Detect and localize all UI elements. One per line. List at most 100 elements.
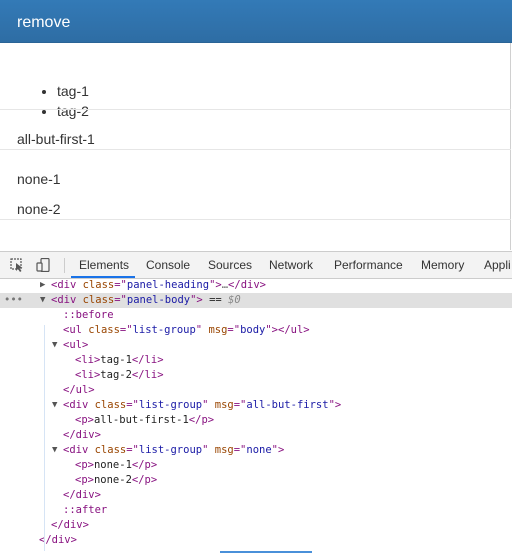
attr-value: list-group: [138, 444, 203, 456]
tag-open: <div: [63, 399, 95, 411]
tab-console[interactable]: Console: [146, 258, 190, 273]
tag-end: </ul>: [278, 324, 310, 336]
dom-node-row[interactable]: ▼ <ul>: [0, 338, 512, 353]
dom-node-row[interactable]: <li>tag-1</li>: [0, 353, 512, 368]
node-text: all-but-first-1: [93, 414, 189, 426]
attr-name: class: [82, 294, 115, 306]
attr-name: msg: [214, 444, 234, 456]
attr-value: all-but-first: [246, 399, 329, 411]
tag-end: </div>: [51, 519, 89, 531]
tag-end: </div>: [228, 279, 266, 291]
attr-value: list-group: [132, 324, 196, 336]
attr-value: none: [246, 444, 272, 456]
divider: [0, 219, 511, 220]
attr-name: class: [82, 279, 115, 291]
tag-end: </li>: [131, 354, 164, 366]
elements-tree: ▶ <div class="panel-heading">…</div> •••…: [0, 279, 512, 553]
dom-node-row[interactable]: </div>: [0, 428, 512, 443]
dom-node-row[interactable]: <p>none-2</p>: [0, 473, 512, 488]
tag-open: <div: [51, 279, 83, 291]
dom-node-row[interactable]: <p>none-1</p>: [0, 458, 512, 473]
tag-open: <div: [51, 294, 83, 306]
tag-close: ">: [328, 399, 342, 411]
tag-close: ">: [190, 294, 203, 306]
pseudo-element: ::before: [63, 309, 114, 321]
panel-heading: remove: [0, 0, 512, 43]
attr-quote: ": [202, 399, 215, 411]
attr-eq: =": [227, 324, 241, 336]
node-text: none-1: [93, 459, 132, 471]
attr-value: list-group: [138, 399, 203, 411]
list-item: tag-2: [57, 101, 89, 121]
dom-node-row[interactable]: <ul class="list-group" msg="body"></ul>: [0, 323, 512, 338]
dom-node-row[interactable]: ▼ <div class="list-group" msg="all-but-f…: [0, 398, 512, 413]
attr-eq: =": [126, 399, 139, 411]
divider: [0, 149, 511, 150]
dom-node-row[interactable]: ▶ <div class="panel-heading">…</div>: [0, 278, 512, 293]
expand-triangle-icon[interactable]: ▶: [40, 278, 45, 293]
device-toolbar-icon[interactable]: [36, 257, 51, 273]
tab-sources[interactable]: Sources: [208, 258, 252, 273]
none-item-text: none-1: [17, 171, 61, 187]
panel-title: remove: [17, 14, 71, 31]
node-text: tag-2: [100, 369, 132, 381]
dom-node-row[interactable]: </ul>: [0, 383, 512, 398]
tag-open: <div: [63, 444, 95, 456]
more-options-dots[interactable]: •••: [4, 293, 23, 308]
attr-value: panel-body: [126, 294, 191, 306]
collapse-triangle-icon[interactable]: ▼: [52, 443, 57, 458]
tag-open: <li>: [75, 354, 101, 366]
tag-end: </div>: [63, 429, 101, 441]
panel-body: tag-1 tag-2 all-but-first-1 none-1 none-…: [0, 43, 511, 250]
pseudo-element: ::after: [63, 504, 108, 516]
dom-node-row[interactable]: <li>tag-2</li>: [0, 368, 512, 383]
tag-open: <li>: [75, 369, 101, 381]
dom-node-row[interactable]: </div>: [0, 488, 512, 503]
console-ref: $0: [228, 294, 241, 306]
selected-dom-node-row[interactable]: ••• ▼ <div class="panel-body"> == $0: [0, 293, 512, 308]
tab-network[interactable]: Network: [269, 258, 313, 273]
attr-eq: =": [114, 279, 127, 291]
attr-name: class: [94, 399, 127, 411]
tab-application[interactable]: Appli: [484, 258, 511, 273]
tab-performance[interactable]: Performance: [334, 258, 403, 273]
attr-eq: =": [233, 444, 247, 456]
tab-memory[interactable]: Memory: [421, 258, 464, 273]
attr-eq: =": [119, 324, 133, 336]
dom-node-row[interactable]: <p>all-but-first-1</p>: [0, 413, 512, 428]
attr-name: class: [88, 324, 120, 336]
tag-open: <ul: [63, 324, 89, 336]
dom-node-row[interactable]: ::after: [0, 503, 512, 518]
dom-node-row[interactable]: ::before: [0, 308, 512, 323]
inspect-element-icon[interactable]: [10, 258, 25, 272]
tag-close: ">: [209, 279, 222, 291]
tag-close: ">: [265, 324, 279, 336]
devtools-toolbar: Elements Console Sources Network Perform…: [0, 252, 512, 279]
all-but-first-text: all-but-first-1: [17, 131, 95, 147]
tag-open: <p>: [75, 459, 94, 471]
tab-elements[interactable]: Elements: [79, 258, 129, 273]
indent-guide: [44, 325, 45, 551]
dom-node-row[interactable]: ▼ <div class="list-group" msg="none">: [0, 443, 512, 458]
tag-end: </p>: [131, 459, 158, 471]
collapse-triangle-icon[interactable]: ▼: [52, 338, 57, 353]
dom-node-row[interactable]: </div>: [0, 518, 512, 533]
node-text: none-2: [93, 474, 132, 486]
tag-open: <p>: [75, 414, 94, 426]
dom-node-row[interactable]: </div>: [0, 533, 512, 548]
list-item: tag-1: [57, 81, 89, 101]
attr-name: class: [94, 444, 127, 456]
attr-name: msg: [208, 324, 228, 336]
tag-open: <p>: [75, 474, 94, 486]
divider: [0, 109, 511, 110]
collapse-triangle-icon[interactable]: ▼: [52, 398, 57, 413]
attr-eq: =": [233, 399, 247, 411]
collapse-triangle-icon[interactable]: ▼: [40, 293, 45, 308]
tag-end: </div>: [63, 489, 101, 501]
devtools-panel: Elements Console Sources Network Perform…: [0, 251, 512, 553]
attr-quote: ": [202, 444, 215, 456]
tag-list: tag-1 tag-2: [36, 81, 89, 121]
attr-quote: ": [195, 324, 209, 336]
toolbar-divider: [64, 258, 65, 273]
attr-value: body: [240, 324, 266, 336]
